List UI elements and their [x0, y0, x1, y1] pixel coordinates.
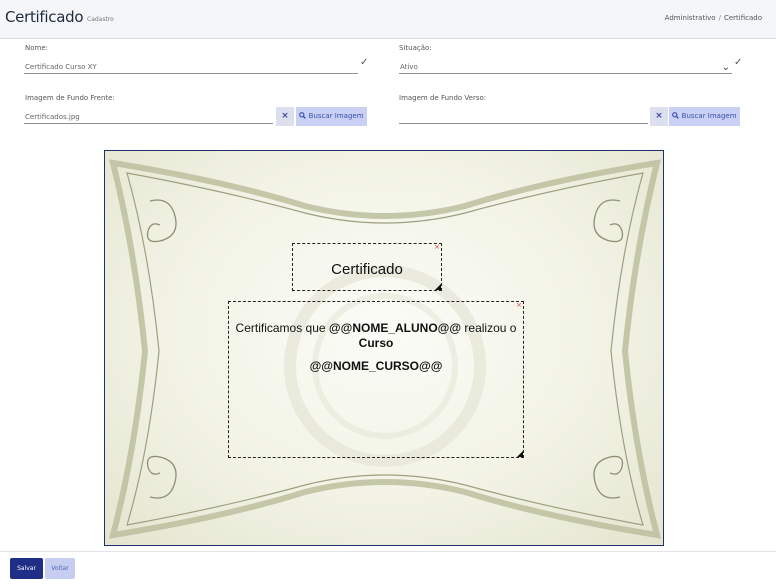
- buscar-imagem-verso-button[interactable]: Buscar Imagem: [669, 107, 740, 126]
- page-subtitle: Cadastro: [87, 16, 114, 23]
- situacao-value: Ativo: [400, 63, 418, 71]
- breadcrumb-separator: /: [718, 14, 721, 22]
- check-icon: ✓: [734, 57, 743, 68]
- fundo-verso-label: Imagem de Fundo Verso:: [399, 94, 487, 102]
- certificate-title: Certificado: [331, 261, 403, 278]
- close-icon[interactable]: ×: [516, 301, 522, 309]
- breadcrumb-certificado: Certificado: [723, 14, 762, 22]
- form-footer: Salvar Voltar: [0, 551, 776, 585]
- clear-icon: ×: [655, 111, 663, 121]
- fundo-frente-label: Imagem de Fundo Frente:: [25, 94, 115, 102]
- certificate-preview: × Certificado ◢ × Certificamos que @@NOM…: [104, 150, 664, 546]
- buscar-imagem-frente-button[interactable]: Buscar Imagem: [296, 107, 367, 126]
- resize-icon[interactable]: ◢: [517, 449, 523, 458]
- search-icon: [299, 112, 308, 120]
- save-button[interactable]: Salvar: [10, 558, 43, 579]
- body-middle: realizou o: [461, 321, 517, 335]
- breadcrumb-administrativo[interactable]: Administrativo: [665, 14, 716, 22]
- breadcrumb: Administrativo / Certificado: [665, 14, 762, 22]
- body-prefix: Certificamos que: [235, 321, 329, 335]
- close-icon[interactable]: ×: [434, 243, 440, 251]
- title-drag-box[interactable]: × Certificado ◢: [292, 243, 442, 291]
- certificate-body: Certificamos que @@NOME_ALUNO@@ realizou…: [229, 321, 523, 374]
- fundo-frente-field[interactable]: Certificados.jpg: [24, 110, 273, 124]
- situacao-select[interactable]: Ativo ⌄: [399, 60, 732, 74]
- chevron-down-icon: ⌄: [721, 62, 730, 73]
- page-title: Certificado: [5, 8, 84, 26]
- buscar-imagem-label: Buscar Imagem: [308, 112, 364, 120]
- fundo-verso-field[interactable]: [399, 110, 648, 124]
- nome-label: Nome:: [25, 44, 49, 52]
- buscar-imagem-label: Buscar Imagem: [681, 112, 737, 120]
- resize-icon[interactable]: ◢: [435, 282, 441, 291]
- body-drag-box[interactable]: × Certificamos que @@NOME_ALUNO@@ realiz…: [228, 301, 524, 458]
- page-header: Certificado Cadastro Administrativo / Cert…: [0, 0, 776, 39]
- body-curso-word: Curso: [358, 336, 394, 350]
- body-student-name: @@NOME_ALUNO@@: [328, 321, 462, 335]
- situacao-label: Situação:: [399, 44, 432, 52]
- check-icon: ✓: [360, 57, 369, 68]
- clear-fundo-verso-button[interactable]: ×: [650, 107, 668, 126]
- back-button[interactable]: Voltar: [45, 558, 75, 579]
- search-icon: [672, 112, 681, 120]
- clear-icon: ×: [281, 111, 289, 121]
- nome-field[interactable]: Certificado Curso XY: [24, 60, 358, 74]
- clear-fundo-frente-button[interactable]: ×: [276, 107, 294, 126]
- body-course-name: @@NOME_CURSO@@: [309, 359, 443, 373]
